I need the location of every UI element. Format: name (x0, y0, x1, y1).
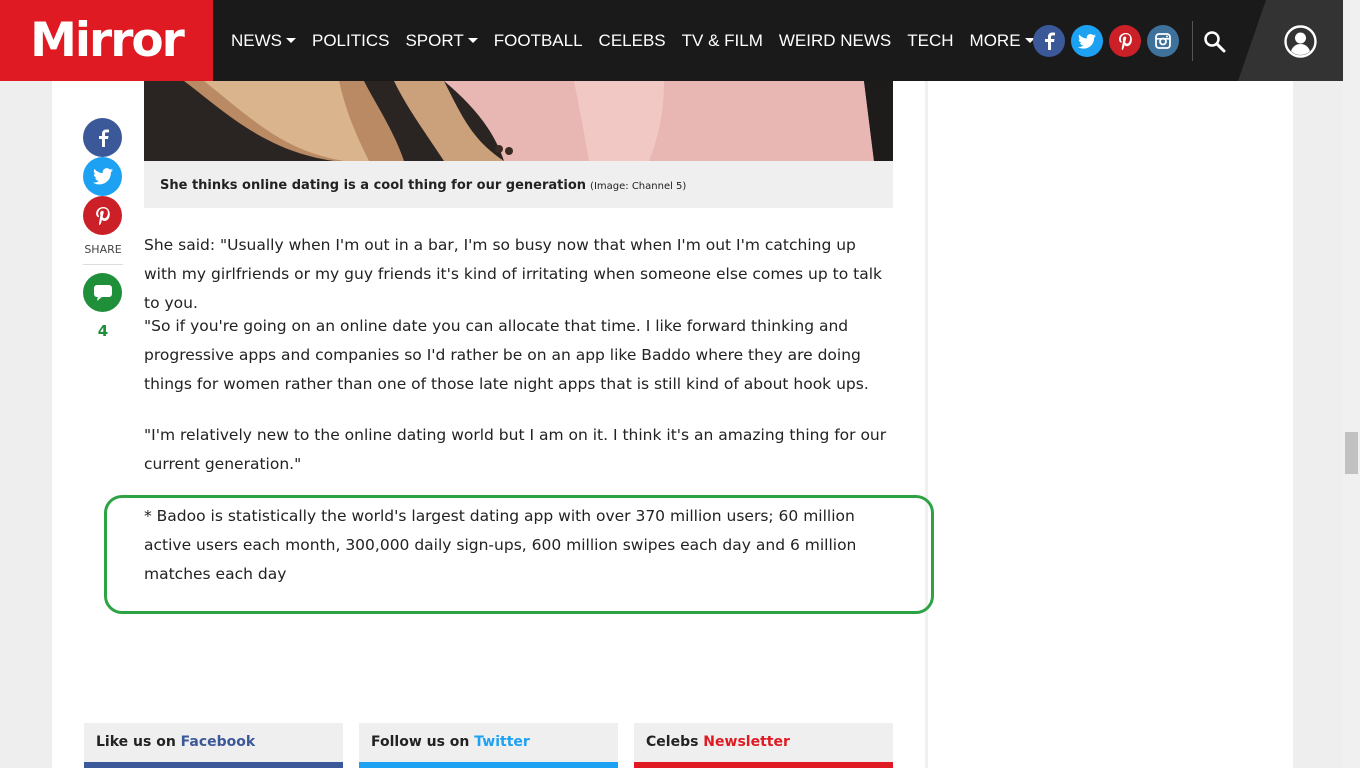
caption-text: She thinks online dating is a cool thing… (160, 178, 587, 193)
nav-tv-film[interactable]: TV & FILM (682, 31, 763, 51)
share-twitter-icon[interactable] (83, 157, 122, 196)
promo-prefix: Follow us on (371, 734, 475, 750)
promo-prefix: Celebs (646, 734, 704, 750)
pinterest-icon[interactable] (1109, 25, 1141, 57)
share-label: SHARE (84, 243, 122, 256)
chevron-down-icon (286, 38, 296, 43)
promo-highlight: Twitter (474, 734, 530, 750)
nav-celebs[interactable]: CELEBS (599, 31, 666, 51)
promo-bar (359, 762, 618, 768)
promo-twitter[interactable]: Follow us on Twitter (359, 723, 618, 768)
promo-newsletter[interactable]: Celebs Newsletter (634, 723, 893, 768)
twitter-icon[interactable] (1071, 25, 1103, 57)
nav-more[interactable]: MORE (970, 31, 1035, 51)
image-caption: She thinks online dating is a cool thing… (144, 161, 893, 208)
promo-facebook[interactable]: Like us on Facebook (84, 723, 343, 768)
chevron-down-icon (467, 38, 478, 43)
user-account-icon[interactable] (1284, 25, 1317, 58)
highlight-outline (104, 495, 934, 614)
facebook-icon[interactable] (1033, 25, 1065, 57)
mirror-logo[interactable]: Mirror (0, 0, 213, 81)
promo-bar (84, 762, 343, 768)
nav-news[interactable]: NEWS (231, 31, 296, 51)
promo-highlight: Newsletter (703, 734, 790, 750)
top-navigation-bar: Mirror NEWS POLITICS SPORT FOOTBALL CELE… (0, 0, 1343, 81)
nav-weird-news[interactable]: WEIRD NEWS (779, 31, 891, 51)
promo-prefix: Like us on (96, 734, 181, 750)
page-scrollbar[interactable] (1343, 0, 1360, 768)
article-image (144, 81, 893, 161)
search-icon[interactable] (1203, 30, 1227, 59)
article-paragraph: She said: "Usually when I'm out in a bar… (144, 236, 882, 312)
share-sidebar: SHARE 4 (83, 118, 123, 340)
comment-icon[interactable] (83, 273, 122, 312)
share-facebook-icon[interactable] (83, 118, 122, 157)
share-pinterest-icon[interactable] (83, 196, 122, 235)
main-nav: NEWS POLITICS SPORT FOOTBALL CELEBS TV &… (231, 0, 1051, 81)
nav-football[interactable]: FOOTBALL (494, 31, 583, 51)
share-divider (83, 264, 123, 265)
column-divider (925, 81, 928, 768)
header-social-links (1033, 25, 1185, 57)
article-paragraph: "So if you're going on an online date yo… (144, 317, 869, 393)
promo-highlight: Facebook (180, 734, 256, 750)
comment-count[interactable]: 4 (83, 322, 123, 340)
header-divider (1192, 21, 1193, 61)
scrollbar-thumb[interactable] (1345, 432, 1358, 474)
caption-credit: (Image: Channel 5) (590, 181, 687, 192)
nav-sport[interactable]: SPORT (405, 31, 478, 51)
promo-bar (634, 762, 893, 768)
instagram-icon[interactable] (1147, 25, 1179, 57)
nav-politics[interactable]: POLITICS (312, 31, 389, 51)
article-paragraph: "I'm relatively new to the online dating… (144, 426, 887, 473)
nav-tech[interactable]: TECH (907, 31, 953, 51)
